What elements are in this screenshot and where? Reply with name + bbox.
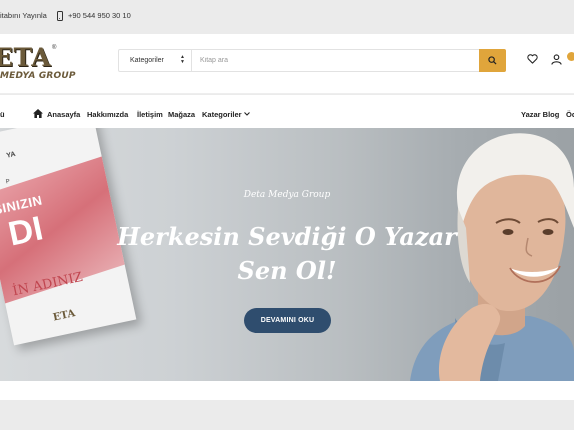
search-icon	[488, 56, 497, 65]
hero-title-line-2: Sen Ol!	[237, 256, 337, 285]
nav-item-home[interactable]: Anasayfa	[47, 110, 80, 119]
nav-item-about[interactable]: Hakkımızda	[87, 110, 128, 119]
select-arrows-icon: ▲ ▼	[180, 54, 185, 65]
home-icon	[33, 109, 43, 118]
search-input[interactable]	[193, 50, 480, 71]
phone-icon	[57, 11, 63, 21]
logo-tagline: MEDYA GROUP	[0, 71, 76, 81]
heart-icon[interactable]	[527, 54, 538, 64]
user-icon[interactable]	[551, 54, 562, 65]
book-cover-text: P	[5, 178, 11, 186]
nav-item-payment-partial[interactable]: Öd	[566, 110, 574, 119]
nav-item-contact[interactable]: İletişim	[137, 110, 163, 119]
hero-subtitle: Deta Medya Group	[243, 190, 331, 200]
publish-book-link[interactable]: itabını Yayınla	[0, 11, 47, 20]
search-bar: Kategoriler ▲ ▼	[118, 49, 506, 72]
site-logo[interactable]: ETA ® MEDYA GROUP	[0, 41, 90, 85]
main-nav: ü Anasayfa Hakkımızda İletişim Mağaza Ka…	[0, 95, 574, 128]
hero-title-line-1: Herkesin Sevdiği O Yazar	[117, 222, 457, 251]
search-button[interactable]	[479, 49, 506, 72]
read-more-button[interactable]: DEVAMINI OKU	[244, 308, 331, 333]
logo-registered-mark: ®	[52, 45, 57, 51]
nav-item-categories[interactable]: Kategoriler	[202, 110, 242, 119]
content-section	[0, 381, 574, 400]
phone-number[interactable]: +90 544 950 30 10	[68, 11, 131, 20]
book-cover-text: YA	[5, 150, 17, 160]
top-bar: itabını Yayınla +90 544 950 30 10	[0, 0, 574, 34]
category-select[interactable]: Kategoriler ▲ ▼	[119, 50, 192, 71]
nav-item-blog[interactable]: Yazar Blog	[521, 110, 559, 119]
logo-wordmark: ETA	[0, 43, 52, 72]
hero-title: Herkesin Sevdiği O Yazar Sen Ol!	[107, 220, 467, 288]
header: ETA ® MEDYA GROUP Kategoriler ▲ ▼	[0, 34, 574, 94]
hero-banner: YA P SINIZIN DI İN ADINIZ ETA Deta Medya…	[0, 128, 574, 381]
cart-badge[interactable]	[567, 52, 574, 61]
category-select-label: Kategoriler	[130, 56, 164, 64]
book-cover-logo: ETA	[52, 308, 77, 324]
nav-item-store[interactable]: Mağaza	[168, 110, 195, 119]
chevron-down-icon	[244, 112, 250, 116]
nav-item-partial[interactable]: ü	[0, 110, 5, 119]
